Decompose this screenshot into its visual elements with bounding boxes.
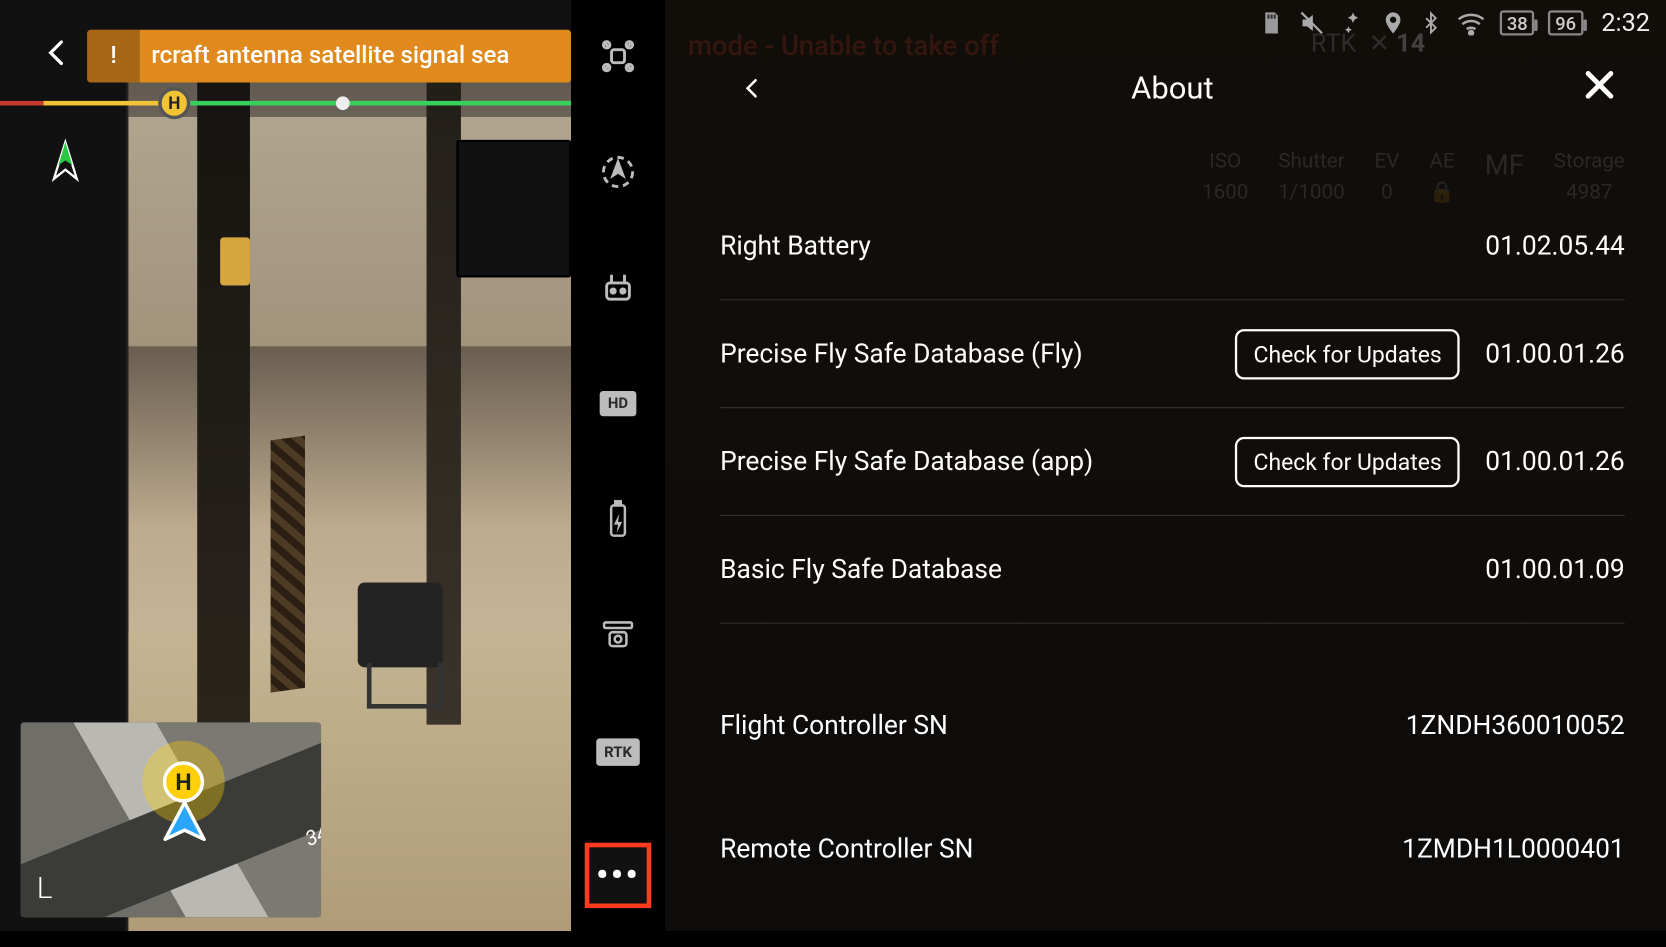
about-row-flysafe-app: Precise Fly Safe Database (app) Check fo… <box>720 408 1625 516</box>
mute-icon <box>1298 9 1326 37</box>
gimbal-settings-icon[interactable] <box>592 610 645 662</box>
row-value: 01.00.01.26 <box>1485 446 1624 477</box>
row-value: 1ZNDH360010052 <box>1406 709 1625 740</box>
system-status-bar: 38 96 2:32 <box>1259 0 1666 46</box>
attitude-indicator[interactable] <box>34 135 96 197</box>
back-button[interactable] <box>34 30 80 76</box>
aircraft-position-marker <box>336 96 350 110</box>
sensor-settings-icon[interactable] <box>592 146 645 198</box>
about-row-rc-sn: Remote Controller SN 1ZMDH1L0000401 <box>720 787 1625 911</box>
settings-sidebar: HD RTK ••• <box>571 0 665 931</box>
row-value: 01.00.01.26 <box>1485 338 1624 369</box>
row-value: 01.02.05.44 <box>1485 230 1624 261</box>
rc-settings-icon[interactable] <box>592 262 645 314</box>
about-row-basic-flysafe: Basic Fly Safe Database 01.00.01.09 <box>720 516 1625 624</box>
close-button[interactable] <box>1574 60 1624 110</box>
warning-message: rcraft antenna satellite signal sea <box>140 42 510 70</box>
row-value: 1ZMDH1L0000401 <box>1402 833 1625 864</box>
location-icon <box>1381 10 1406 35</box>
flight-mode-icon <box>1339 9 1367 37</box>
about-panel: About Right Battery 01.02.05.44 Precise … <box>665 57 1666 931</box>
check-updates-button[interactable]: Check for Updates <box>1235 329 1460 379</box>
row-label: Remote Controller SN <box>720 833 1402 864</box>
map-corner-label: L <box>37 871 53 905</box>
wifi-icon <box>1456 10 1486 35</box>
camera-view: ! rcraft antenna satellite signal sea H … <box>0 0 571 931</box>
battery-level-1: 38 <box>1500 10 1535 35</box>
about-row-flysafe-fly: Precise Fly Safe Database (Fly) Check fo… <box>720 300 1625 408</box>
bluetooth-icon <box>1420 9 1443 37</box>
aircraft-heading-icon <box>158 798 211 855</box>
battery-level-2: 96 <box>1548 10 1583 35</box>
battery-distance-bar: H <box>0 101 571 106</box>
row-label: Flight Controller SN <box>720 709 1406 740</box>
transmission-settings-icon[interactable]: HD <box>592 378 645 430</box>
row-label: Precise Fly Safe Database (app) <box>720 446 1235 477</box>
aircraft-settings-icon[interactable] <box>592 30 645 82</box>
rtk-settings-icon[interactable]: RTK <box>592 726 645 778</box>
about-row-right-battery: Right Battery 01.02.05.44 <box>720 193 1625 301</box>
sd-card-icon <box>1259 10 1284 35</box>
battery-settings-icon[interactable] <box>592 494 645 546</box>
more-icon: ••• <box>596 855 640 895</box>
row-value: 01.00.01.09 <box>1485 554 1624 585</box>
mini-map[interactable]: 34th H L <box>21 722 321 917</box>
row-label: Right Battery <box>720 230 1485 261</box>
home-point-marker: H <box>158 87 190 119</box>
check-updates-button[interactable]: Check for Updates <box>1235 436 1460 486</box>
about-row-fc-sn: Flight Controller SN 1ZNDH360010052 <box>720 663 1625 787</box>
clock: 2:32 <box>1601 9 1650 38</box>
row-label: Basic Fly Safe Database <box>720 554 1485 585</box>
row-label: Precise Fly Safe Database (Fly) <box>720 338 1235 369</box>
warning-banner[interactable]: ! rcraft antenna satellite signal sea <box>87 30 571 83</box>
panel-title: About <box>720 70 1625 107</box>
warning-icon: ! <box>87 30 140 83</box>
general-settings-button[interactable]: ••• <box>585 843 652 909</box>
